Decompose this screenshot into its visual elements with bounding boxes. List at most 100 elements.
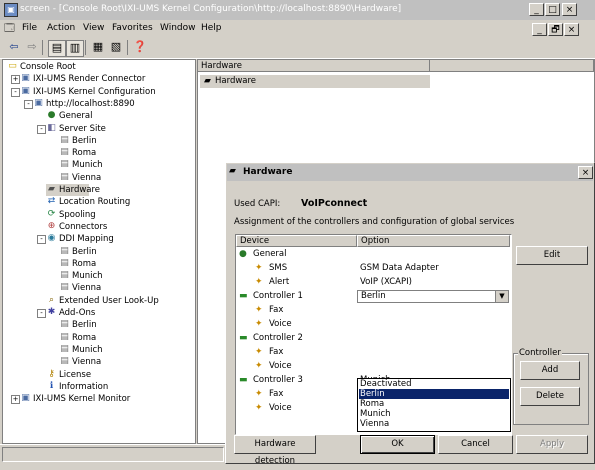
tree-node[interactable]: ▣ IXI-UMS Kernel Configuration — [20, 86, 155, 98]
forward-icon[interactable]: ⇨ — [24, 40, 40, 55]
tree-expander-minus-icon[interactable]: - — [37, 124, 46, 134]
tree-node[interactable]: ▣ IXI-UMS Kernel Monitor — [20, 393, 130, 405]
menu-help[interactable]: Help — [201, 23, 222, 33]
tree-node[interactable]: ⌕ Extended User Look-Up — [46, 295, 159, 307]
minimize-button[interactable]: _ — [529, 3, 544, 16]
app-icon[interactable]: ▣ — [4, 3, 18, 17]
tree-expander-plus-icon[interactable]: + — [11, 395, 20, 405]
menu-file[interactable]: File — [22, 23, 37, 33]
grid-row[interactable]: ✦ Fax — [236, 346, 510, 359]
tree-node[interactable]: ⊕ Connectors — [46, 221, 108, 233]
tree-node[interactable]: ▤ Vienna — [59, 282, 101, 294]
list-item-hardware[interactable]: ▰ Hardware — [200, 75, 430, 88]
tree-node-label: IXI-UMS Kernel Configuration — [33, 86, 156, 97]
tree-node[interactable]: ● General — [46, 110, 93, 122]
tree-node[interactable]: ◉ DDI Mapping — [46, 233, 114, 245]
tree-node[interactable]: ⚷ License — [46, 369, 91, 381]
chevron-down-icon[interactable]: ▼ — [495, 291, 508, 302]
tree-node[interactable]: ▤ Berlin — [59, 246, 96, 258]
back-icon[interactable]: ⇦ — [6, 40, 22, 55]
up-folder-icon[interactable]: ▤ — [48, 40, 66, 57]
tree-node[interactable]: ⇄ Location Routing — [46, 196, 131, 208]
console-tree[interactable]: ▭ Console Root + ▣ IXI-UMS Render Connector -… — [2, 59, 196, 444]
dialog-close-button[interactable]: × — [578, 166, 593, 179]
device-option-grid[interactable]: Device Option ● General ✦ SMS GSM Data Adapt… — [235, 234, 512, 435]
tree-expander-minus-icon[interactable]: - — [37, 235, 46, 245]
tree-node[interactable]: ▤ Vienna — [59, 356, 101, 368]
option-combobox[interactable]: Berlin ▼ — [357, 290, 509, 303]
tree-expander-minus-icon[interactable]: - — [11, 87, 20, 97]
tree-node[interactable]: ▤ Munich — [59, 270, 102, 282]
grid-row[interactable]: ✦ Voice — [236, 360, 510, 373]
grid-row[interactable]: ▬ Controller 2 — [236, 332, 510, 345]
grid-row[interactable]: ✦ Fax — [236, 304, 510, 317]
tree-expander-minus-icon[interactable]: - — [37, 309, 46, 318]
grid-row[interactable]: ✦ SMS GSM Data Adapter — [236, 262, 510, 275]
hardware-detection-button[interactable]: Hardware detection — [234, 435, 316, 466]
service-icon: ✦ — [255, 263, 263, 273]
export-icon[interactable]: ▧ — [108, 40, 124, 55]
grid-cell-device: Controller 3 — [253, 375, 303, 385]
dropdown-option-berlin[interactable]: Berlin — [359, 389, 509, 399]
dialog-title-bar[interactable]: ▰ Hardware × — [227, 164, 593, 181]
tree-node[interactable]: ▭ Console Root — [7, 61, 75, 73]
menu-action[interactable]: Action — [47, 23, 75, 33]
tree-node-label: Vienna — [72, 357, 102, 368]
apply-button[interactable]: Apply — [516, 435, 588, 454]
grid-header-option[interactable]: Option — [357, 235, 510, 247]
mdi-minimize-button[interactable]: _ — [532, 23, 547, 36]
maximize-button[interactable]: □ — [545, 3, 560, 16]
server-icon: ▤ — [60, 343, 69, 354]
dropdown-option-deactivated[interactable]: Deactivated — [359, 379, 509, 389]
tree-node[interactable]: ▤ Munich — [59, 343, 102, 356]
help-icon[interactable]: ❓ — [132, 40, 148, 55]
tree-node[interactable]: ▣ IXI-UMS Render Connector — [20, 73, 145, 85]
grid-row[interactable]: ✦ Voice — [236, 318, 510, 331]
properties-icon[interactable]: ▦ — [90, 40, 106, 55]
dropdown-option-roma[interactable]: Roma — [359, 399, 509, 409]
grid-row[interactable]: ▬ Controller 1 Berlin ▼ — [236, 290, 510, 303]
service-icon: ✦ — [255, 277, 263, 287]
tree-node[interactable]: ℹ Information — [46, 381, 108, 393]
tree-node[interactable]: ▤ Roma — [59, 332, 96, 344]
edit-button[interactable]: Edit — [516, 246, 588, 265]
add-button[interactable]: Add — [520, 361, 580, 380]
tree-expander-plus-icon[interactable]: + — [11, 75, 20, 85]
window-title-bar[interactable]: ▣ screen - [Console Root\IXI-UMS Kernel … — [0, 0, 595, 20]
menu-view[interactable]: View — [83, 23, 104, 33]
hardware-dialog[interactable]: ▰ Hardware × Used CAPI: VoIPconnect Assi… — [225, 162, 595, 466]
tree-node[interactable]: ▤ Munich — [59, 159, 102, 171]
ok-button[interactable]: OK — [360, 435, 435, 454]
grid-header-device[interactable]: Device — [236, 235, 357, 247]
grid-row[interactable]: ● General — [236, 248, 510, 261]
dropdown-option-vienna[interactable]: Vienna — [359, 419, 509, 429]
mdi-close-button[interactable]: × — [564, 23, 579, 36]
tree-node[interactable]: ◧ Server Site — [46, 123, 106, 135]
tree-node[interactable]: ▰ Hardware — [46, 184, 100, 196]
tree-node[interactable]: ▤ Roma — [59, 258, 96, 270]
column-header-empty[interactable] — [430, 60, 594, 72]
dropdown-option-munich[interactable]: Munich — [359, 409, 509, 419]
mdi-child-icon[interactable]: 🗔 — [4, 23, 16, 35]
option-combobox-value: Berlin — [361, 291, 386, 301]
tree-node[interactable]: ▤ Vienna — [59, 172, 101, 184]
menu-favorites[interactable]: Favorites — [112, 23, 153, 33]
grid-cell-device: Voice — [269, 319, 292, 329]
close-button[interactable]: × — [562, 3, 577, 16]
tree-expander-minus-icon[interactable]: - — [24, 99, 33, 109]
cancel-button[interactable]: Cancel — [438, 435, 513, 454]
tree-node[interactable]: ⟳ Spooling — [46, 209, 96, 221]
tree-node-label: Connectors — [59, 221, 108, 232]
option-dropdown-list[interactable]: Deactivated Berlin Roma Munich Vienna — [357, 378, 511, 432]
column-header-hardware[interactable]: Hardware — [198, 60, 430, 72]
delete-button[interactable]: Delete — [520, 387, 580, 406]
grid-row[interactable]: ✦ Alert VoIP (XCAPI) — [236, 276, 510, 289]
tree-node[interactable]: ✱ Add-Ons — [46, 307, 96, 319]
tree-node[interactable]: ▤ Roma — [59, 147, 96, 159]
menu-window[interactable]: Window — [160, 23, 196, 33]
show-tree-icon[interactable]: ▥ — [66, 40, 84, 57]
mdi-restore-button[interactable]: 🗗 — [548, 23, 563, 36]
tree-node[interactable]: ▣ http://localhost:8890 — [33, 98, 134, 110]
tree-node[interactable]: ▤ Berlin — [59, 135, 96, 147]
tree-node[interactable]: ▤ Berlin — [59, 319, 96, 331]
